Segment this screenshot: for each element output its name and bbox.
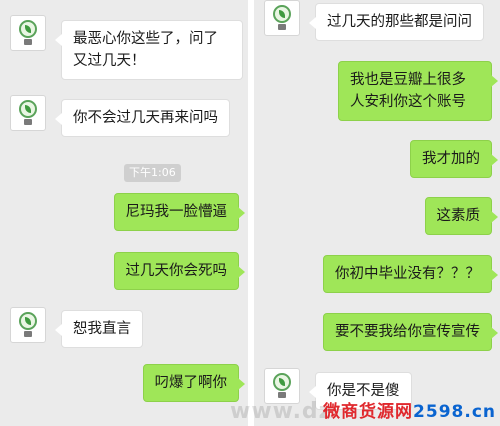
message-bubble-incoming[interactable]: 最恶心你这些了，问了又过几天！ [55,20,243,80]
message-bubble-incoming[interactable]: 过几天的那些都是问问 [309,3,484,41]
message-bubble-outgoing[interactable]: 我才加的 [410,140,498,178]
site-watermark: 微商货源网2598.cn [323,397,496,422]
message-bubble-incoming[interactable]: 你不会过几天再来问吗 [55,99,230,137]
chat-panel-right: 过几天的那些都是问问 我也是豆瓣上很多人安利你这个账号 我才加的 这素质 你初中… [254,0,500,426]
message-bubble-outgoing[interactable]: 叼爆了啊你 [142,364,245,402]
chat-panel-left: 最恶心你这些了，问了又过几天！ 你不会过几天再来问吗 下午1:06 尼玛我一脸懵… [0,0,248,426]
message-bubble-outgoing[interactable]: 尼玛我一脸懵逼 [113,193,245,231]
watermark-site-name: 微商货源网 [323,402,414,422]
lightbulb-leaf-icon [18,20,38,46]
message-timestamp: 下午1:06 [124,164,181,182]
message-bubble-outgoing[interactable]: 要不要我给你宣传宣传 [323,313,498,351]
contact-avatar[interactable] [264,0,300,36]
watermark-text: www.dz [230,399,333,424]
message-bubble-outgoing[interactable]: 我也是豆瓣上很多人安利你这个账号 [338,61,498,121]
lightbulb-leaf-icon [18,100,38,126]
contact-avatar[interactable] [10,15,46,51]
message-bubble-outgoing[interactable]: 过几天你会死吗 [113,252,245,290]
contact-avatar[interactable] [10,307,46,343]
message-bubble-outgoing[interactable]: 你初中毕业没有？？？ [323,255,498,293]
message-bubble-incoming[interactable]: 恕我直言 [55,310,143,348]
message-bubble-outgoing[interactable]: 这素质 [424,197,498,235]
contact-avatar[interactable] [10,95,46,131]
lightbulb-leaf-icon [272,5,292,31]
lightbulb-leaf-icon [272,373,292,399]
watermark-site-domain: 2598.cn [413,402,496,422]
lightbulb-leaf-icon [18,312,38,338]
